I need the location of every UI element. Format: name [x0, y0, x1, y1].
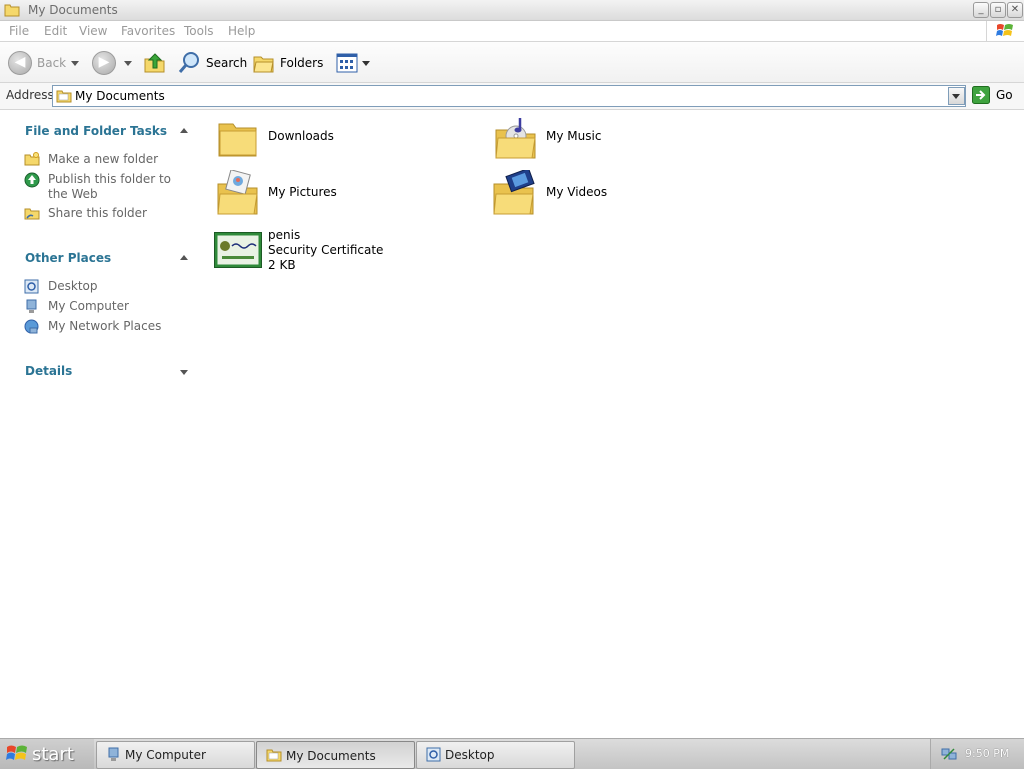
item-name: My Videos	[546, 185, 608, 199]
go-arrow-icon	[972, 86, 990, 107]
address-value: My Documents	[75, 89, 165, 103]
views-button[interactable]	[334, 51, 372, 75]
menu-file[interactable]: File	[9, 24, 29, 38]
taskbar-item-label: My Computer	[125, 748, 206, 762]
list-item[interactable]: My Music	[494, 116, 754, 166]
folder-icon	[4, 2, 20, 20]
details-title[interactable]: Details	[25, 364, 72, 378]
item-name: My Music	[546, 129, 602, 143]
close-button[interactable]: ✕	[1007, 2, 1023, 18]
address-input[interactable]: My Documents	[52, 85, 966, 107]
file-folder-tasks-title[interactable]: File and Folder Tasks	[25, 124, 167, 138]
back-arrow-icon: ◀	[8, 51, 32, 75]
menu-edit[interactable]: Edit	[44, 24, 67, 38]
taskbar: start My Computer My Documents Desktop 9…	[0, 738, 1024, 769]
search-icon	[178, 51, 202, 78]
go-button[interactable]: Go	[972, 85, 1020, 105]
my-network-places-link[interactable]: My Network Places	[48, 319, 161, 334]
task-pane: File and Folder Tasks Make a new folder …	[0, 110, 205, 738]
my-computer-link[interactable]: My Computer	[48, 299, 129, 314]
certificate-icon	[214, 232, 262, 271]
make-new-folder-link[interactable]: Make a new folder	[48, 152, 158, 167]
chevron-down-icon[interactable]	[362, 61, 370, 66]
share-folder-link[interactable]: Share this folder	[48, 206, 147, 221]
file-list: Downloads My Music My Pictures My Videos…	[206, 110, 1024, 738]
back-label: Back	[37, 56, 67, 70]
taskbar-item-my-documents[interactable]: My Documents	[256, 741, 415, 769]
chevron-down-icon[interactable]	[71, 61, 79, 66]
folders-label: Folders	[280, 56, 324, 70]
minimize-button[interactable]: _	[973, 2, 989, 18]
menu-favorites[interactable]: Favorites	[121, 24, 175, 38]
menu-view[interactable]: View	[79, 24, 107, 38]
desktop-link[interactable]: Desktop	[48, 279, 98, 294]
menu-help[interactable]: Help	[228, 24, 255, 38]
list-item[interactable]: My Pictures	[216, 169, 476, 221]
window-title: My Documents	[28, 3, 118, 17]
taskbar-item-label: My Documents	[286, 749, 376, 763]
toolbar: ◀ Back ▶ Search Folders	[0, 42, 1024, 83]
my-computer-icon	[24, 299, 38, 313]
title-bar[interactable]: My Documents _ ▫ ✕	[0, 0, 1024, 21]
item-type: Security Certificate	[268, 243, 384, 257]
my-computer-icon	[106, 747, 121, 765]
system-tray: 9:50 PM	[930, 739, 1024, 769]
forward-button[interactable]: ▶	[92, 51, 136, 75]
item-name: penis	[268, 228, 301, 242]
publish-folder-link[interactable]: Publish this folder to the Web	[48, 172, 188, 202]
taskbar-item-label: Desktop	[445, 748, 495, 762]
menu-bar: File Edit View Favorites Tools Help	[0, 21, 1024, 42]
up-folder-icon[interactable]	[143, 51, 167, 78]
web-publish-icon	[24, 172, 40, 188]
start-label: start	[32, 744, 74, 765]
address-bar: Address My Documents Go	[0, 83, 1024, 110]
folder-icon	[56, 88, 72, 106]
chevron-up-icon[interactable]	[180, 128, 188, 133]
music-folder-icon	[494, 116, 540, 165]
taskbar-item-my-computer[interactable]: My Computer	[96, 741, 255, 769]
folder-icon	[266, 747, 282, 765]
windows-logo-icon	[986, 21, 1024, 41]
forward-arrow-icon: ▶	[92, 51, 116, 75]
chevron-down-icon[interactable]	[124, 61, 132, 66]
list-item[interactable]: penis Security Certificate 2 KB	[214, 228, 474, 280]
folders-icon	[252, 51, 276, 78]
address-dropdown-button[interactable]	[948, 87, 965, 105]
chevron-down-icon[interactable]	[180, 370, 188, 375]
new-folder-icon	[24, 152, 40, 166]
videos-folder-icon	[492, 167, 540, 221]
list-item[interactable]: My Videos	[492, 167, 752, 221]
menu-tools[interactable]: Tools	[184, 24, 214, 38]
go-label: Go	[996, 88, 1013, 102]
chevron-up-icon[interactable]	[180, 255, 188, 260]
clock[interactable]: 9:50 PM	[965, 747, 1009, 760]
other-places-title[interactable]: Other Places	[25, 251, 111, 265]
maximize-button[interactable]: ▫	[990, 2, 1006, 18]
windows-logo-icon	[6, 744, 28, 767]
pictures-folder-icon	[216, 169, 262, 221]
address-label: Address	[6, 88, 54, 102]
start-button[interactable]: start	[0, 739, 94, 769]
desktop-icon	[24, 279, 39, 294]
search-button[interactable]: Search	[178, 51, 248, 78]
item-name: My Pictures	[268, 185, 337, 199]
back-button[interactable]: ◀ Back	[8, 51, 88, 75]
item-name: Downloads	[268, 129, 334, 143]
desktop-icon	[426, 747, 441, 765]
share-folder-icon	[24, 206, 40, 220]
item-size: 2 KB	[268, 258, 296, 272]
folder-icon	[216, 116, 260, 163]
folders-button[interactable]: Folders	[252, 51, 324, 78]
network-tray-icon[interactable]	[941, 746, 957, 765]
taskbar-item-desktop[interactable]: Desktop	[416, 741, 575, 769]
network-places-icon	[24, 319, 39, 334]
chevron-down-icon	[952, 94, 960, 99]
list-item[interactable]: Downloads	[216, 116, 476, 166]
search-label: Search	[206, 56, 248, 70]
views-icon	[336, 53, 358, 76]
